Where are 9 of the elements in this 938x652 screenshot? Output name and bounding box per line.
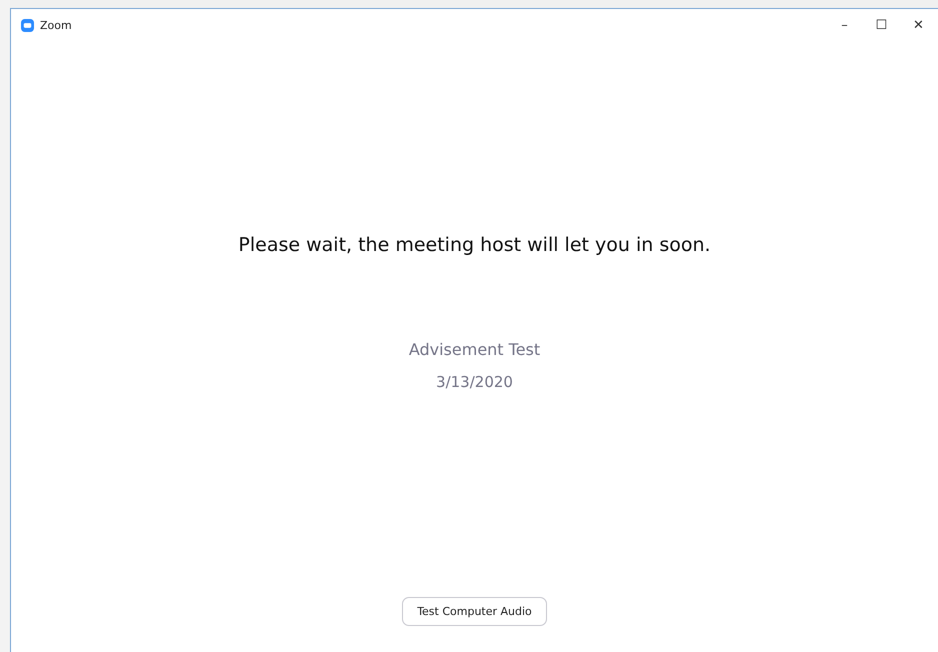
meeting-topic: Advisement Test [408, 340, 540, 359]
maximize-button[interactable]: ☐ [864, 11, 899, 39]
app-icon [21, 18, 34, 32]
test-audio-button[interactable]: Test Computer Audio [402, 597, 547, 626]
close-button[interactable]: ✕ [901, 11, 936, 39]
meeting-date: 3/13/2020 [436, 373, 513, 391]
waiting-message: Please wait, the meeting host will let you in soon. [238, 234, 711, 256]
minimize-button[interactable]: – [827, 11, 862, 39]
window-title: Zoom [40, 18, 72, 32]
